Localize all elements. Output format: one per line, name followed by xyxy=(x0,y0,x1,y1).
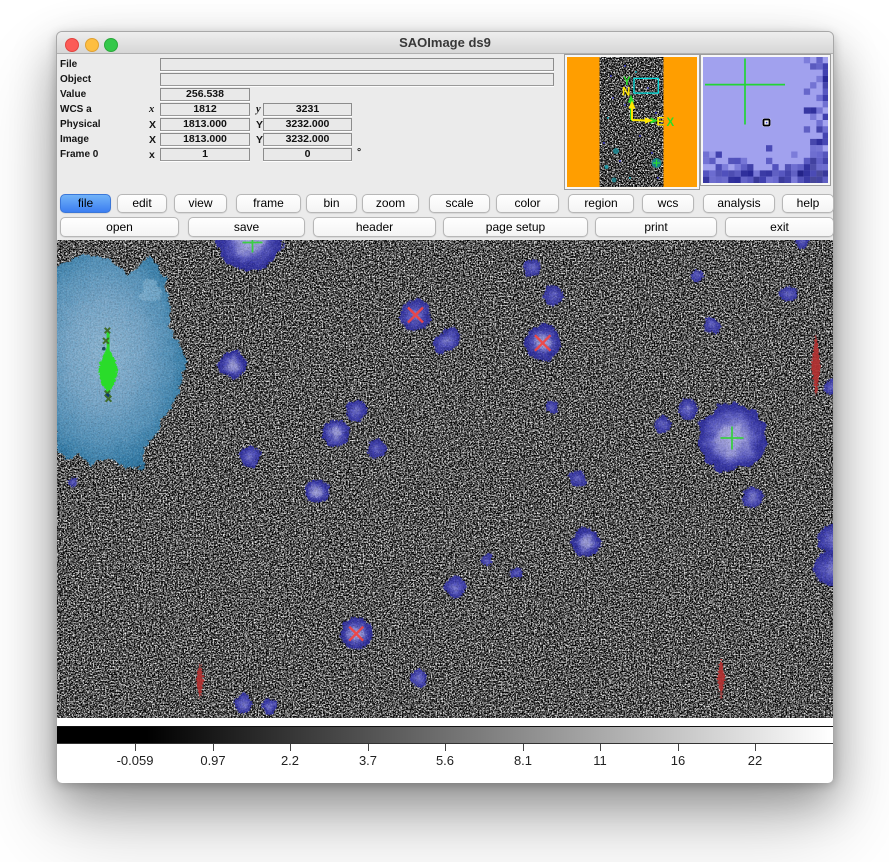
svg-text:N: N xyxy=(622,87,630,99)
svg-text:X: X xyxy=(667,117,675,129)
svg-text:E: E xyxy=(657,116,665,128)
